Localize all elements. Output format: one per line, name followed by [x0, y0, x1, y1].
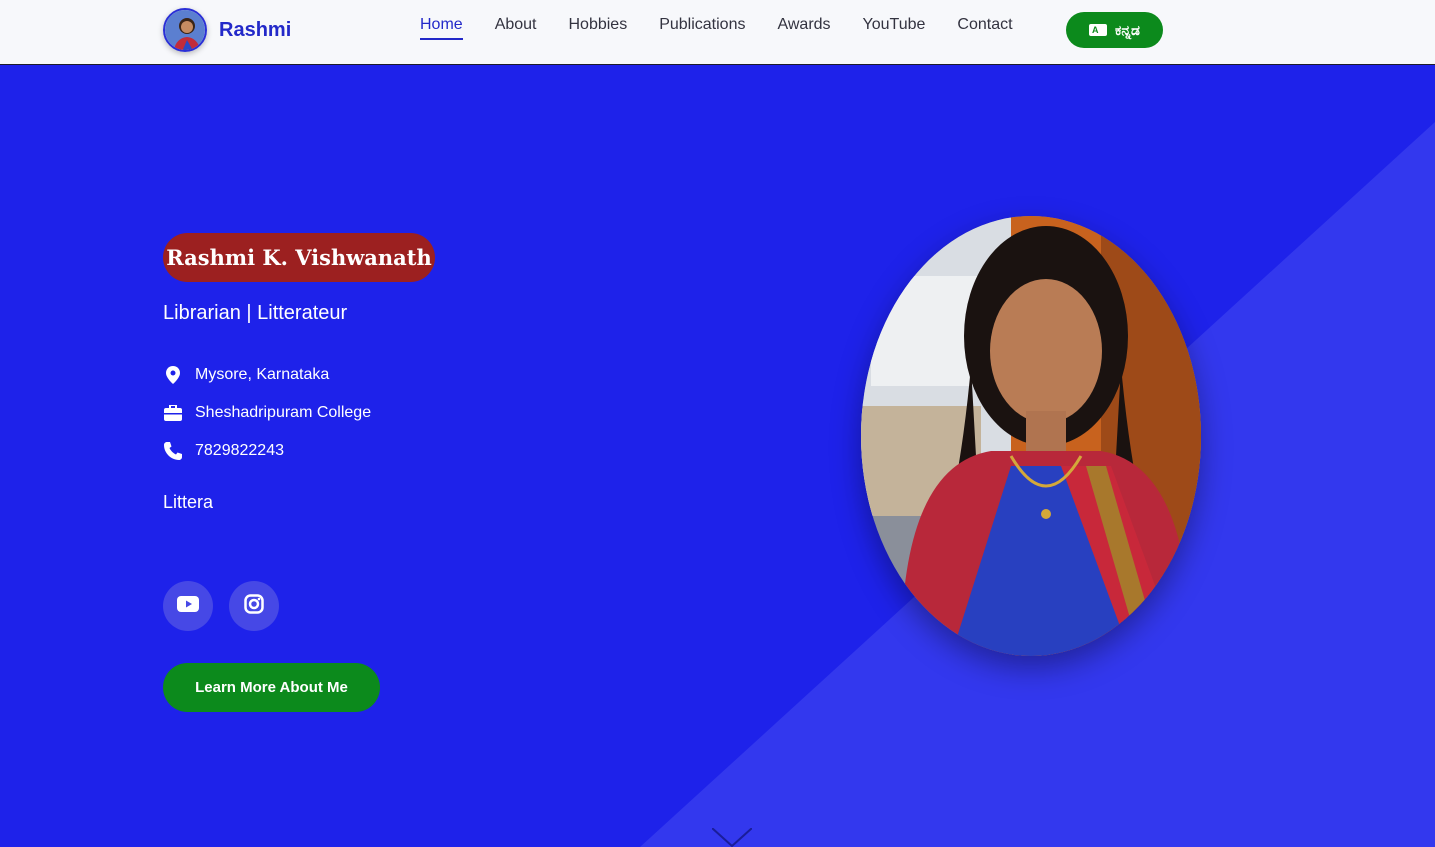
instagram-icon [244, 593, 264, 619]
brand[interactable]: Rashmi [163, 8, 291, 52]
location-text: Mysore, Karnataka [195, 366, 330, 383]
briefcase-icon [163, 403, 183, 423]
youtube-link[interactable] [163, 581, 213, 631]
nav-hobbies[interactable]: Hobbies [553, 0, 644, 65]
location-pin-icon [163, 365, 183, 385]
info-phone: 7829822243 [163, 432, 371, 470]
hero-subtitle: Librarian | Litterateur [163, 302, 348, 324]
main-nav: Home About Hobbies Publications Awards Y… [404, 0, 1029, 65]
nav-youtube[interactable]: YouTube [847, 0, 942, 65]
language-icon [1089, 24, 1108, 36]
youtube-icon [177, 595, 199, 617]
nav-awards[interactable]: Awards [761, 0, 846, 65]
phone-text[interactable]: 7829822243 [195, 442, 284, 460]
hero-tagline: Littera [163, 492, 214, 512]
scroll-down-icon[interactable] [712, 828, 752, 847]
brand-avatar [163, 8, 207, 52]
profile-photo [861, 216, 1201, 656]
learn-more-button[interactable]: Learn More About Me [163, 663, 380, 712]
nav-publications[interactable]: Publications [643, 0, 761, 65]
language-label: ಕನ್ನಡ [1115, 21, 1140, 38]
navbar: Rashmi Home About Hobbies Publications A… [0, 0, 1435, 65]
workplace-text: Sheshadripuram College [195, 404, 372, 421]
contact-info-list: Mysore, Karnataka Sheshadripuram College… [163, 356, 371, 470]
hero-name: Rashmi K. Vishwanath [163, 233, 435, 282]
instagram-link[interactable] [229, 581, 279, 631]
nav-contact[interactable]: Contact [941, 0, 1028, 65]
hero-section: Rashmi K. Vishwanath Librarian | Littera… [0, 66, 1435, 847]
language-toggle-button[interactable]: ಕನ್ನಡ [1066, 12, 1163, 48]
social-links [163, 581, 295, 631]
nav-home[interactable]: Home [404, 0, 479, 65]
phone-icon [163, 441, 183, 461]
info-location: Mysore, Karnataka [163, 356, 371, 394]
brand-name: Rashmi [219, 18, 292, 41]
info-workplace: Sheshadripuram College [163, 394, 371, 432]
nav-about[interactable]: About [479, 0, 553, 65]
